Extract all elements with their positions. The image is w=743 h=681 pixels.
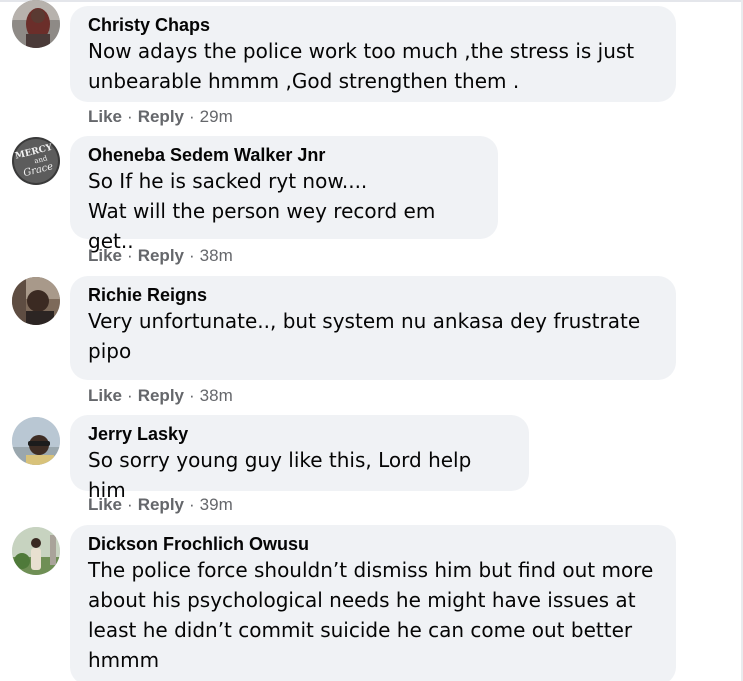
comment-bubble: Dickson Frochlich Owusu The police force… xyxy=(70,525,676,681)
avatar[interactable] xyxy=(12,417,60,465)
separator: · xyxy=(189,107,195,126)
avatar[interactable] xyxy=(12,277,60,325)
comment-actions: Like · Reply · 29m xyxy=(88,107,233,127)
author-name[interactable]: Dickson Frochlich Owusu xyxy=(88,533,658,555)
separator: · xyxy=(189,495,195,514)
comment-bubble: Oheneba Sedem Walker Jnr So If he is sac… xyxy=(70,136,498,253)
separator: · xyxy=(189,386,195,405)
mercy-and-grace-logo-icon: MERCY and Grace xyxy=(12,137,60,185)
reply-button[interactable]: Reply xyxy=(138,495,184,514)
separator: · xyxy=(127,495,133,514)
comment-thread: Christy Chaps Now adays the police work … xyxy=(0,0,743,681)
reply-button[interactable]: Reply xyxy=(138,107,184,126)
timestamp[interactable]: 38m xyxy=(200,386,233,405)
like-button[interactable]: Like xyxy=(88,386,122,405)
comment-bubble: Christy Chaps Now adays the police work … xyxy=(70,6,676,102)
avatar[interactable] xyxy=(12,527,60,575)
comment-text: Now adays the police work too much ,the … xyxy=(88,39,635,93)
profile-photo-icon xyxy=(12,0,60,48)
reply-button[interactable]: Reply xyxy=(138,246,184,265)
comment-bubble: Richie Reigns Very unfortunate.., but sy… xyxy=(70,276,676,380)
comment-actions: Like · Reply · 39m xyxy=(88,495,233,515)
profile-photo-icon xyxy=(12,277,60,325)
comment-text: Very unfortunate.., but system nu ankasa… xyxy=(88,309,641,363)
comment-text: The police force shouldn’t dismiss him b… xyxy=(88,558,654,672)
avatar[interactable] xyxy=(12,0,60,48)
profile-photo-icon xyxy=(12,527,60,575)
like-button[interactable]: Like xyxy=(88,246,122,265)
timestamp[interactable]: 29m xyxy=(200,107,233,126)
like-button[interactable]: Like xyxy=(88,107,122,126)
timestamp[interactable]: 39m xyxy=(200,495,233,514)
author-name[interactable]: Christy Chaps xyxy=(88,14,658,36)
separator: · xyxy=(127,386,133,405)
avatar[interactable]: MERCY and Grace xyxy=(12,137,60,185)
separator: · xyxy=(127,246,133,265)
comment-actions: Like · Reply · 38m xyxy=(88,386,233,406)
timestamp[interactable]: 38m xyxy=(200,246,233,265)
separator: · xyxy=(189,246,195,265)
author-name[interactable]: Oheneba Sedem Walker Jnr xyxy=(88,144,480,166)
author-name[interactable]: Jerry Lasky xyxy=(88,423,511,445)
comment-text-line: So If he is sacked ryt now.... xyxy=(88,169,368,193)
like-button[interactable]: Like xyxy=(88,495,122,514)
author-name[interactable]: Richie Reigns xyxy=(88,284,658,306)
divider xyxy=(0,0,743,2)
comment-bubble: Jerry Lasky So sorry young guy like this… xyxy=(70,415,529,502)
reply-button[interactable]: Reply xyxy=(138,386,184,405)
profile-photo-icon xyxy=(12,417,60,465)
separator: · xyxy=(127,107,133,126)
comment-actions: Like · Reply · 38m xyxy=(88,246,233,266)
